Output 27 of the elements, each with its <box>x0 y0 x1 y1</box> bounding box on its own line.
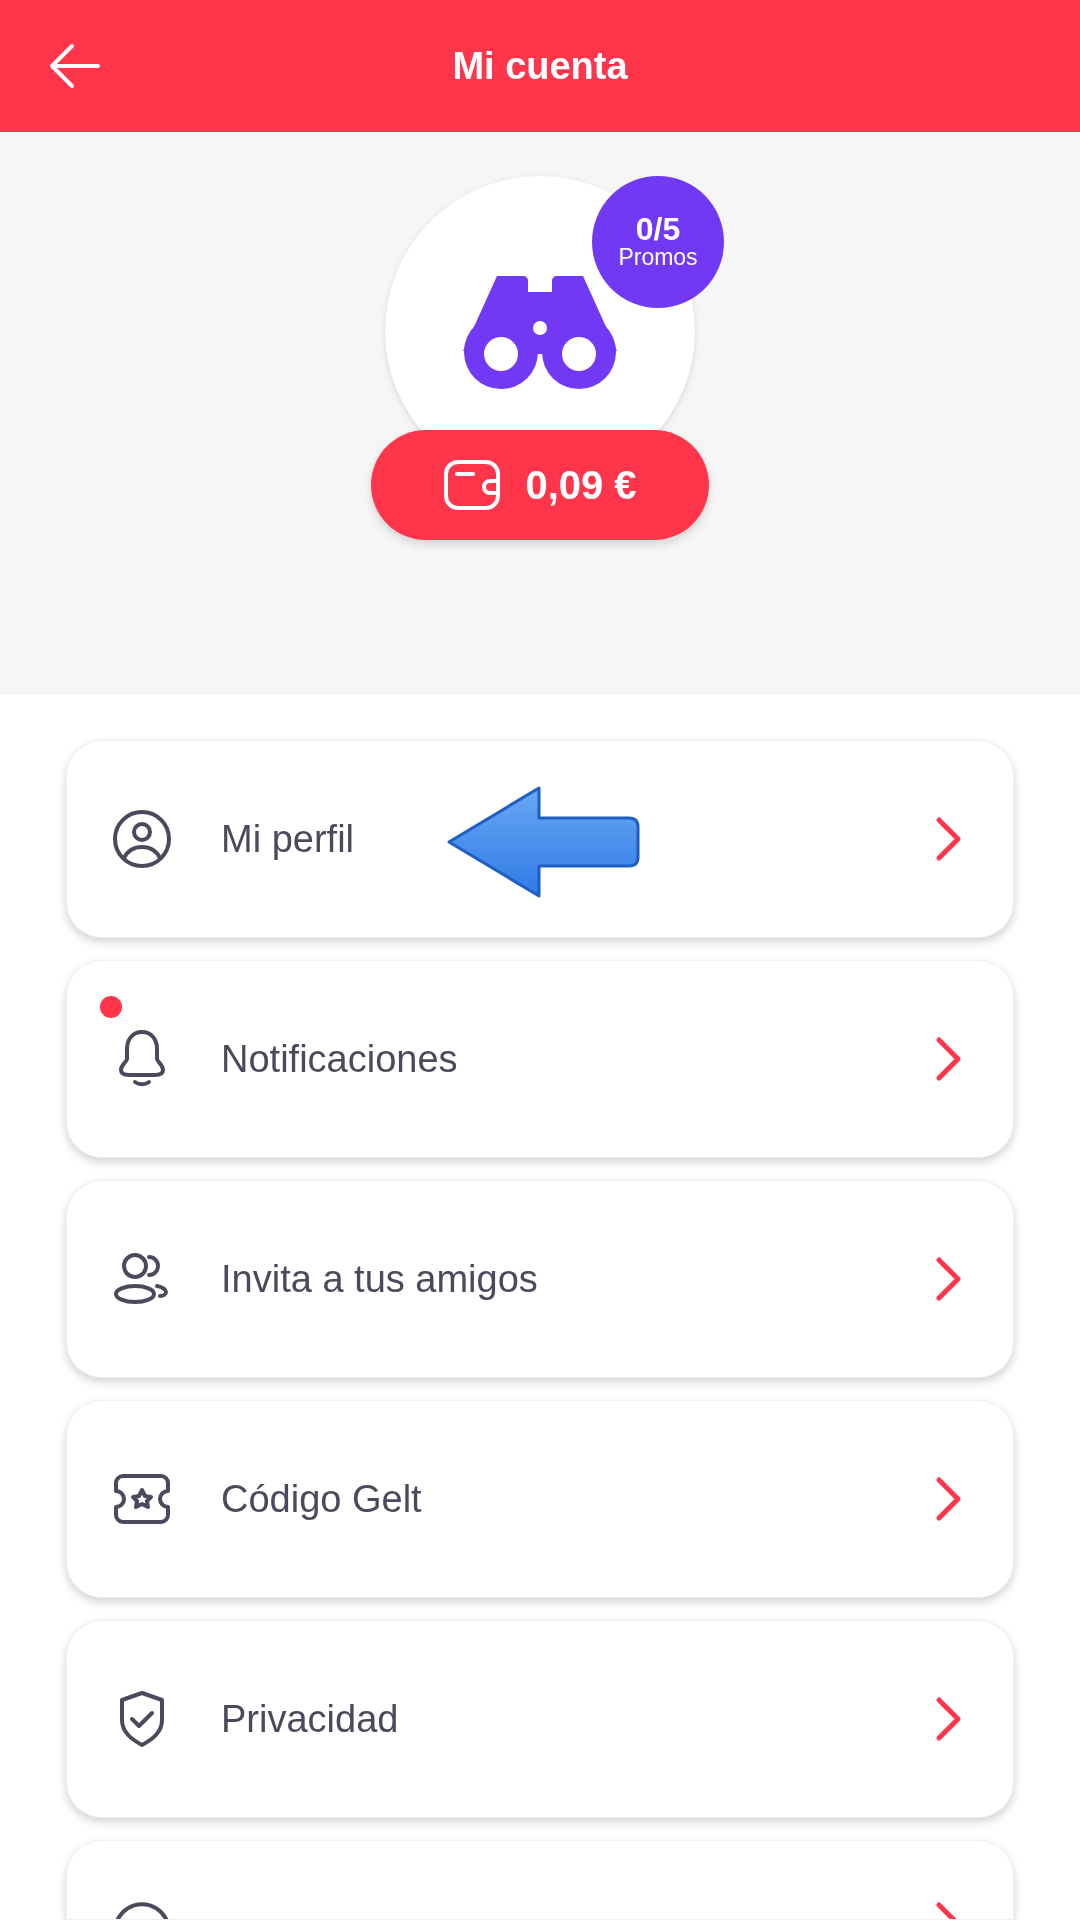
ticket-icon <box>113 1473 171 1525</box>
people-icon <box>113 1252 171 1306</box>
menu-card[interactable]: Mi perfil <box>66 740 1014 938</box>
menu-label: Código Gelt <box>221 1476 422 1522</box>
chevron-right-icon <box>935 1476 963 1522</box>
menu-label: Privacidad <box>221 1696 399 1742</box>
promos-label: Promos <box>618 245 698 271</box>
shield-check-icon <box>117 1690 167 1748</box>
user-icon <box>111 808 173 870</box>
back-arrow-icon <box>48 42 102 90</box>
menu-card[interactable]: Notificaciones <box>66 960 1014 1158</box>
wallet-icon <box>443 459 502 511</box>
promos-badge[interactable]: 0/5 Promos <box>592 176 724 308</box>
chevron-right-icon <box>935 1696 963 1742</box>
chevron-right-icon <box>935 816 963 862</box>
menu-card[interactable]: Privacidad <box>66 1620 1014 1818</box>
page-title: Mi cuenta <box>452 43 628 89</box>
chevron-right-icon <box>935 1036 963 1082</box>
menu-label: Notificaciones <box>221 1036 458 1082</box>
menu-label: Invita a tus amigos <box>221 1256 538 1302</box>
back-button[interactable] <box>48 42 102 90</box>
promos-count: 0/5 <box>635 213 681 246</box>
menu-card[interactable]: Invita a tus amigos <box>66 1180 1014 1378</box>
menu-card[interactable]: Código Gelt <box>66 1400 1014 1598</box>
balance-button[interactable]: 0,09 € <box>371 430 709 540</box>
chevron-right-icon <box>935 1256 963 1302</box>
menu-label: Mi perfil <box>221 816 355 862</box>
